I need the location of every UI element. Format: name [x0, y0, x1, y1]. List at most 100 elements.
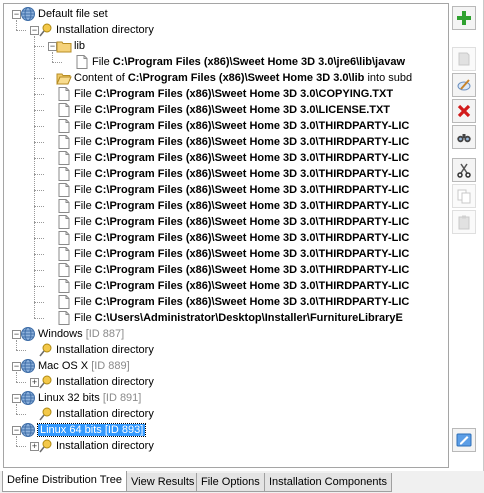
node-label: Mac OS X [ID 889]: [38, 358, 130, 374]
file-node-file-thirdparty-4[interactable]: File C:\Program Files (x86)\Sweet Home 3…: [4, 166, 444, 182]
node-text: Installation directory: [56, 344, 154, 356]
paste-file-button[interactable]: [452, 47, 476, 71]
file-icon: [56, 86, 72, 102]
os-set-node-windows[interactable]: − Windows [ID 887]: [4, 326, 444, 342]
file-node-file-thirdparty-12[interactable]: File C:\Program Files (x86)\Sweet Home 3…: [4, 294, 444, 310]
node-text: Content of: [74, 72, 128, 84]
tab-file-options[interactable]: File Options: [196, 473, 265, 492]
node-path: C:\Program Files (x86)\Sweet Home 3D 3.0…: [127, 72, 365, 84]
node-id: [ID 891]: [102, 392, 142, 404]
pin-icon: [38, 406, 54, 422]
file-node-file-thirdparty-5[interactable]: File C:\Program Files (x86)\Sweet Home 3…: [4, 182, 444, 198]
node-label: File C:\Program Files (x86)\Sweet Home 3…: [74, 214, 409, 230]
node-label: File C:\Program Files (x86)\Sweet Home 3…: [74, 182, 409, 198]
globe-icon: [20, 358, 36, 374]
node-path: C:\Program Files (x86)\Sweet Home 3D 3.0…: [94, 296, 410, 308]
tab-view-results[interactable]: View Results: [126, 473, 200, 492]
node-text: File: [74, 264, 95, 276]
add-icon: [456, 10, 472, 26]
node-label: Linux 64 bits [ID 893]: [36, 422, 147, 438]
install-dir-node-windows-install-dir[interactable]: Installation directory: [4, 342, 444, 358]
file-node-file-license[interactable]: File C:\Program Files (x86)\Sweet Home 3…: [4, 102, 444, 118]
os-set-node-default-file-set[interactable]: − Default file set: [4, 6, 444, 22]
file-node-file-thirdparty-1[interactable]: File C:\Program Files (x86)\Sweet Home 3…: [4, 118, 444, 134]
node-text: File: [74, 184, 95, 196]
node-text: Mac OS X: [38, 360, 92, 372]
install-dir-node-linux32-install-dir[interactable]: Installation directory: [4, 406, 444, 422]
add-button[interactable]: [452, 6, 476, 30]
pin-icon: [38, 438, 54, 454]
install-dir-node-linux64-install-dir[interactable]: + Installation directory: [4, 438, 444, 454]
file-node-file-thirdparty-7[interactable]: File C:\Program Files (x86)\Sweet Home 3…: [4, 214, 444, 230]
node-label: File C:\Program Files (x86)\Sweet Home 3…: [74, 166, 409, 182]
file-node-file-thirdparty-3[interactable]: File C:\Program Files (x86)\Sweet Home 3…: [4, 150, 444, 166]
copy-button[interactable]: [452, 184, 476, 208]
node-path: C:\Users\Administrator\Desktop\Installer…: [94, 312, 403, 324]
install-dir-node-default-install-dir[interactable]: − Installation directory: [4, 22, 444, 38]
node-text: File: [74, 216, 95, 228]
edit-icon: [456, 77, 472, 93]
file-node-file-copying[interactable]: File C:\Program Files (x86)\Sweet Home 3…: [4, 86, 444, 102]
globe-icon: [20, 6, 36, 22]
os-set-node-linux32[interactable]: − Linux 32 bits [ID 891]: [4, 390, 444, 406]
node-label: Linux 32 bits [ID 891]: [38, 390, 141, 406]
node-text: Installation directory: [56, 408, 154, 420]
paste-button[interactable]: [452, 210, 476, 234]
file-node-file-furniturelibrary[interactable]: File C:\Users\Administrator\Desktop\Inst…: [4, 310, 444, 326]
node-label: Windows [ID 887]: [38, 326, 124, 342]
node-label: Installation directory: [56, 438, 154, 454]
os-set-node-macosx[interactable]: − Mac OS X [ID 889]: [4, 358, 444, 374]
tab-installation-components[interactable]: Installation Components: [264, 473, 393, 492]
node-path: C:\Program Files (x86)\Sweet Home 3D 3.0…: [94, 168, 410, 180]
folder-node-lib-folder[interactable]: − lib: [4, 38, 444, 54]
file-icon: [56, 294, 72, 310]
delete-icon: [456, 103, 472, 119]
node-path: C:\Program Files (x86)\Sweet Home 3D 3.0…: [94, 104, 391, 116]
file-icon: [56, 118, 72, 134]
properties-button[interactable]: [452, 428, 476, 452]
node-text: File: [74, 296, 95, 308]
file-node-file-thirdparty-9[interactable]: File C:\Program Files (x86)\Sweet Home 3…: [4, 246, 444, 262]
edit-button[interactable]: [452, 73, 476, 97]
node-text: Linux 32 bits: [38, 392, 103, 404]
node-label: Installation directory: [56, 374, 154, 390]
node-label: File C:\Program Files (x86)\Sweet Home 3…: [74, 86, 393, 102]
find-button[interactable]: [452, 125, 476, 149]
node-text: Linux 64 bits [ID 893]: [36, 423, 147, 437]
node-text: File: [74, 120, 95, 132]
node-label: File C:\Program Files (x86)\Sweet Home 3…: [74, 246, 409, 262]
node-path: C:\Program Files (x86)\Sweet Home 3D 3.0…: [112, 56, 406, 68]
node-id: [ID 889]: [91, 360, 130, 372]
node-text: File: [74, 88, 95, 100]
delete-button[interactable]: [452, 99, 476, 123]
node-text: Installation directory: [56, 376, 154, 388]
main-panel: − Default file set − Installation directory…: [0, 0, 484, 472]
pin-icon: [38, 342, 54, 358]
node-text: File: [74, 280, 95, 292]
cut-button[interactable]: [452, 158, 476, 182]
node-path: C:\Program Files (x86)\Sweet Home 3D 3.0…: [94, 184, 410, 196]
file-icon: [56, 214, 72, 230]
distribution-tree[interactable]: − Default file set − Installation directory…: [3, 3, 449, 468]
install-dir-node-macosx-install-dir[interactable]: + Installation directory: [4, 374, 444, 390]
tab-define-distribution-tree[interactable]: Define Distribution Tree: [2, 471, 127, 492]
properties-icon: [456, 432, 472, 448]
file-icon: [56, 166, 72, 182]
folder-icon: [56, 38, 72, 54]
file-node-file-thirdparty-8[interactable]: File C:\Program Files (x86)\Sweet Home 3…: [4, 230, 444, 246]
file-node-file-javaw[interactable]: File C:\Program Files (x86)\Sweet Home 3…: [4, 54, 444, 70]
file-node-file-thirdparty-11[interactable]: File C:\Program Files (x86)\Sweet Home 3…: [4, 278, 444, 294]
scissors-icon: [456, 162, 472, 178]
file-icon: [56, 198, 72, 214]
node-label: Installation directory: [56, 406, 154, 422]
node-text: File: [74, 136, 95, 148]
file-node-file-thirdparty-6[interactable]: File C:\Program Files (x86)\Sweet Home 3…: [4, 198, 444, 214]
folder-content-node-content-of-lib[interactable]: Content of C:\Program Files (x86)\Sweet …: [4, 70, 444, 86]
node-text: File: [74, 248, 95, 260]
file-icon: [56, 102, 72, 118]
node-label: lib: [74, 38, 85, 54]
os-set-node-linux64[interactable]: − Linux 64 bits [ID 893]: [4, 422, 444, 438]
node-path: C:\Program Files (x86)\Sweet Home 3D 3.0…: [94, 280, 410, 292]
file-node-file-thirdparty-10[interactable]: File C:\Program Files (x86)\Sweet Home 3…: [4, 262, 444, 278]
file-node-file-thirdparty-2[interactable]: File C:\Program Files (x86)\Sweet Home 3…: [4, 134, 444, 150]
